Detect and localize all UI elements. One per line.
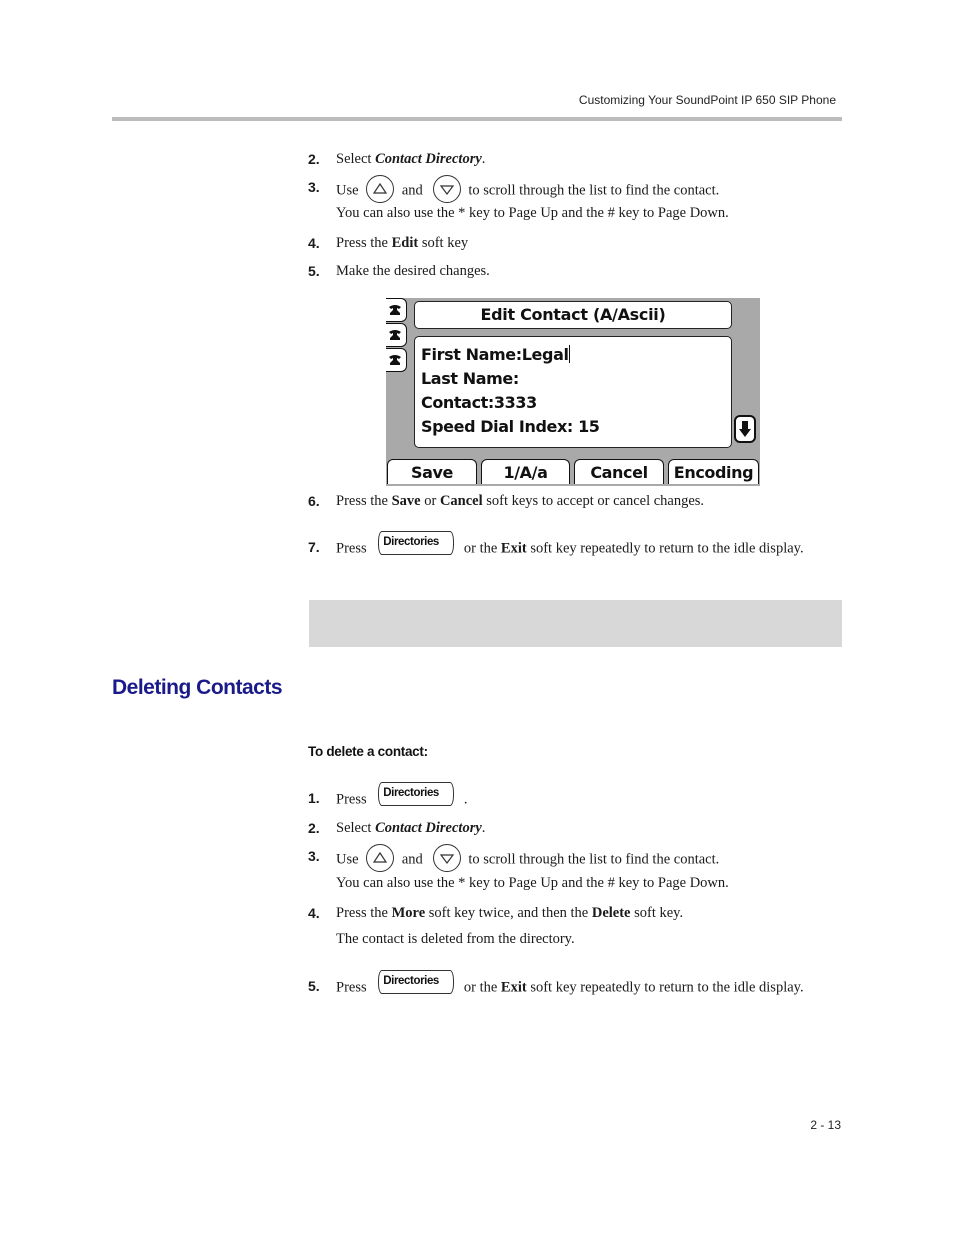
up-arrow-key-icon	[366, 844, 395, 872]
page-number: 2 - 13	[810, 1118, 841, 1132]
running-header: Customizing Your SoundPoint IP 650 SIP P…	[578, 93, 836, 107]
step-number: 7.	[308, 539, 320, 555]
softkey-encoding[interactable]: Encoding	[668, 459, 759, 484]
text-cursor	[568, 345, 571, 363]
contact-field[interactable]: Contact:3333	[421, 393, 537, 412]
up-arrow-key-icon	[366, 175, 395, 203]
header-rule	[112, 117, 842, 121]
step-number: 5.	[308, 263, 320, 279]
step-number: 2.	[308, 151, 320, 167]
step-number: 3.	[308, 179, 320, 195]
speed-dial-index-field[interactable]: Speed Dial Index: 15	[421, 417, 600, 436]
line-key-icon	[386, 348, 407, 372]
step-number: 4.	[308, 235, 320, 251]
softkey-save[interactable]: Save	[387, 459, 477, 484]
softkey-cancel[interactable]: Cancel	[574, 459, 664, 484]
down-arrow-key-icon	[432, 844, 461, 872]
note-band	[309, 600, 842, 647]
directories-key-icon: Directories	[378, 970, 455, 994]
step-number: 4.	[308, 905, 320, 921]
procedure-heading: To delete a contact:	[308, 744, 428, 759]
menu-option-contact-directory: Contact Directory	[375, 151, 482, 167]
directories-key-icon: Directories	[378, 531, 455, 555]
delete-step-3-note: You can also use the * key to Page Up an…	[336, 875, 729, 891]
step-number: 6.	[308, 493, 320, 509]
phone-screen-figure: Edit Contact (A/Ascii) First Name:Legal …	[386, 298, 760, 486]
menu-option-contact-directory: Contact Directory	[375, 820, 482, 836]
step-number: 1.	[308, 790, 320, 806]
line-key-icon	[386, 323, 407, 347]
section-heading: Deleting Contacts	[112, 676, 283, 699]
line-key-icon	[386, 298, 407, 322]
screen-title: Edit Contact (A/Ascii)	[414, 301, 732, 329]
delete-step-4-note: The contact is deleted from the director…	[336, 931, 575, 947]
last-name-field[interactable]: Last Name:	[421, 369, 519, 388]
down-arrow-key-icon	[432, 175, 461, 203]
first-name-field[interactable]: First Name:Legal	[421, 345, 571, 364]
contact-fields-panel: First Name:Legal Last Name: Contact:3333…	[414, 336, 732, 448]
step-number: 5.	[308, 978, 320, 994]
step-number: 2.	[308, 820, 320, 836]
softkey-input-mode[interactable]: 1/A/a	[481, 459, 570, 484]
edit-step-3-note: You can also use the * key to Page Up an…	[336, 205, 729, 221]
step-number: 3.	[308, 848, 320, 864]
scroll-down-indicator-icon	[734, 415, 756, 443]
directories-key-icon: Directories	[378, 782, 455, 806]
